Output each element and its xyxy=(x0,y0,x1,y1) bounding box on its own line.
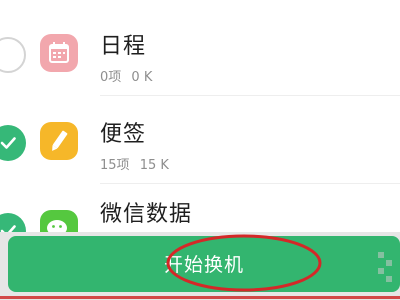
list-item-notes[interactable]: 便签 15项 15 K xyxy=(0,102,400,180)
item-title: 日程 xyxy=(100,34,147,59)
start-transfer-label: 开始换机 xyxy=(163,254,244,276)
divider xyxy=(100,183,400,184)
item-count: 15项 xyxy=(100,158,130,173)
item-count: 0项 xyxy=(100,70,122,85)
clone-phone-screen: 日程 0项 0 K 便签 15项 15 K 微信数据 开始换机 xyxy=(0,0,400,300)
item-meta: 0项 0 K xyxy=(100,66,152,85)
note-pencil-icon xyxy=(40,122,78,160)
data-item-list: 日程 0项 0 K 便签 15项 15 K 微信数据 xyxy=(0,0,400,249)
red-underline xyxy=(0,296,400,299)
divider xyxy=(100,95,400,96)
list-item-calendar[interactable]: 日程 0项 0 K xyxy=(0,14,400,92)
item-size: 15 K xyxy=(139,158,169,173)
checked-checkbox[interactable] xyxy=(0,125,26,161)
checkmark-icon xyxy=(0,137,16,149)
item-title: 微信数据 xyxy=(100,202,193,227)
start-transfer-button[interactable]: 开始换机 xyxy=(8,236,400,292)
faded-overlay-icon xyxy=(372,242,400,292)
item-title: 便签 xyxy=(100,122,147,147)
item-meta: 15项 15 K xyxy=(100,154,169,173)
item-size: 0 K xyxy=(131,70,153,85)
calendar-icon xyxy=(40,34,78,72)
unchecked-checkbox[interactable] xyxy=(0,37,26,73)
